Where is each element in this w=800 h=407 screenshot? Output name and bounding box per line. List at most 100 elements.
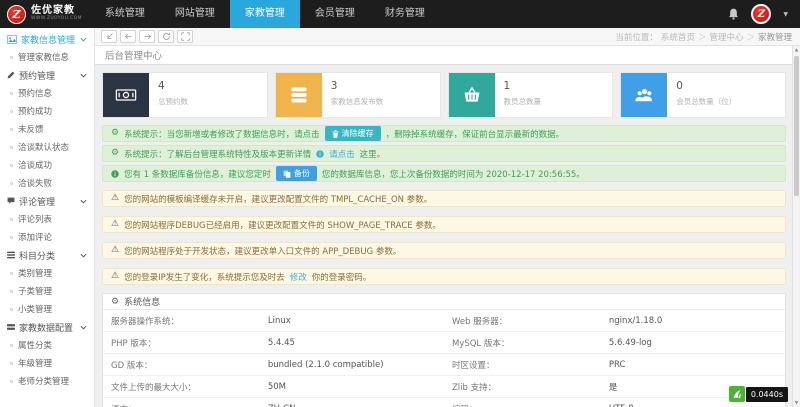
- refresh-icon: [162, 32, 171, 41]
- table-row: 语言： ZH-CN 编码： UTF-8: [103, 398, 785, 407]
- sidebar-item-label: 管理家教信息: [18, 51, 69, 63]
- sidebar-item-grade-management[interactable]: 年级管理: [0, 354, 94, 372]
- comment-icon: [7, 197, 15, 205]
- stat-value: 4: [158, 80, 188, 92]
- brand-logo[interactable]: Z 佐优家教 WWW.ZUOYOU.COM: [0, 0, 90, 28]
- stat-card-members[interactable]: 0 会员总数量（位）: [620, 72, 786, 118]
- user-menu-caret-icon[interactable]: ▼: [783, 11, 788, 18]
- nav-item-finance[interactable]: 财务管理: [370, 0, 440, 28]
- breadcrumb-separator: ＞: [746, 31, 755, 43]
- sidebar-item-negotiate-success[interactable]: 洽谈成功: [0, 156, 94, 174]
- nav-item-system[interactable]: 系统管理: [90, 0, 160, 28]
- sidebar-group-label: 评论管理: [19, 195, 55, 208]
- sidebar-group-label: 预约管理: [19, 69, 55, 82]
- brand-logo-icon: Z: [7, 5, 26, 24]
- stat-value: 1: [504, 80, 542, 92]
- sidebar-item-comment-list[interactable]: 评论列表: [0, 210, 94, 228]
- sidebar-item-attribute-category[interactable]: 属性分类: [0, 336, 94, 354]
- gear-icon: ⚙: [111, 297, 119, 307]
- scroll-up-icon[interactable]: ▲: [793, 46, 800, 54]
- sidebar-item-label: 未反馈: [18, 123, 44, 135]
- server-icon: [276, 73, 322, 117]
- nav-item-tutor[interactable]: 家教管理: [230, 0, 300, 28]
- refresh-button[interactable]: [158, 30, 174, 43]
- system-info-title: 系统信息: [124, 295, 160, 308]
- list-icon: [7, 251, 15, 259]
- alert-text: 您的网站程序处于开发状态，建议更改单入口文件的 APP_DEBUG 参数。: [124, 245, 401, 257]
- bullet-icon: [10, 146, 13, 149]
- chevron-down-icon: [80, 253, 87, 258]
- sidebar-item-no-feedback[interactable]: 未反馈: [0, 120, 94, 138]
- sidebar-item-booking-info[interactable]: 预约信息: [0, 84, 94, 102]
- sidebar-item-label: 洽谈成功: [18, 159, 52, 171]
- bullet-icon: [10, 290, 13, 293]
- navbar-right: Z ▼: [728, 0, 800, 28]
- alert-debug-enabled: ⚠ 您的网站程序DEBUG已经启用，建议更改配置文件的 SHOW_PAGE_TR…: [102, 216, 786, 233]
- sidebar-item-category-management[interactable]: 类别管理: [0, 264, 94, 282]
- sidebar-group-tutor-data-config[interactable]: 家教数据配置: [0, 318, 94, 336]
- image-icon: [7, 35, 17, 44]
- scroll-down-icon[interactable]: ▼: [793, 399, 800, 407]
- sidebar-item-negotiate-fail[interactable]: 洽谈失败: [0, 174, 94, 192]
- sidebar-item-label: 属性分类: [18, 339, 52, 351]
- money-icon: [103, 73, 149, 117]
- content-scrollbar[interactable]: ▲ ▼: [792, 46, 800, 407]
- nav-item-website[interactable]: 网站管理: [160, 0, 230, 28]
- user-avatar[interactable]: Z: [751, 4, 771, 24]
- sidebar-group-tutor-info[interactable]: 家教信息管理: [0, 30, 94, 48]
- sidebar-item-teacher-category-management[interactable]: 老师分类管理: [0, 372, 94, 390]
- bullet-icon: [10, 92, 13, 95]
- alert-clear-cache: ⚙ 系统提示：当您新增或者修改了数据信息时，请点击 清除缓存 ，删除掉系统缓存，…: [102, 125, 786, 142]
- change-password-link[interactable]: 修改: [290, 271, 307, 283]
- stat-value: 0: [676, 80, 736, 92]
- version-details-link[interactable]: 请点击: [329, 148, 355, 160]
- breadcrumb-item-home[interactable]: 系统首页: [661, 31, 695, 43]
- warning-icon: ⚠: [111, 194, 119, 203]
- sidebar-group-subject-category[interactable]: 科目分类: [0, 246, 94, 264]
- scrollbar-thumb[interactable]: [794, 56, 799, 196]
- stat-card-teachers[interactable]: 1 教员总数量: [448, 72, 614, 118]
- forward-button[interactable]: [139, 30, 155, 43]
- info-value: 5.4.45: [260, 332, 444, 354]
- sidebar-item-label: 添加评论: [18, 231, 52, 243]
- chevron-down-icon: [80, 73, 87, 78]
- sidebar-item-booking-success[interactable]: 预约成功: [0, 102, 94, 120]
- sidebar-group-booking[interactable]: 预约管理: [0, 66, 94, 84]
- info-value: 5.6.49-log: [601, 332, 785, 354]
- collapse-button[interactable]: [101, 30, 117, 43]
- tab-bar: 后台管理中心: [95, 46, 800, 65]
- info-value: 50M: [260, 376, 444, 398]
- alert-backup: 您有 1 条数据库备份信息，建议您定时 备份 您的数据库信息，您上次备份数据的时…: [102, 165, 786, 182]
- sidebar-item-add-comment[interactable]: 添加评论: [0, 228, 94, 246]
- bullet-icon: [10, 344, 13, 347]
- clear-cache-button[interactable]: 清除缓存: [325, 126, 381, 141]
- alert-version-info: ⚙ 系统提示：了解后台管理系统特性及版本更新详情 请点击 这里。: [102, 145, 786, 162]
- arrow-right-icon: [143, 32, 152, 41]
- notification-bell-icon[interactable]: [728, 8, 739, 20]
- sidebar-group-comments[interactable]: 评论管理: [0, 192, 94, 210]
- info-circle-icon: [111, 170, 119, 178]
- info-label: 编码：: [444, 398, 601, 407]
- bullet-icon: [10, 110, 13, 113]
- info-value: nginx/1.18.0: [601, 310, 785, 332]
- stat-card-bookings[interactable]: 4 总预约数: [102, 72, 268, 118]
- sidebar-group-label: 家教信息管理: [21, 33, 75, 46]
- alert-text: 系统提示：当您新增或者修改了数据信息时，请点击: [124, 128, 320, 140]
- sidebar-item-subcategory-management[interactable]: 子类管理: [0, 282, 94, 300]
- sidebar-item-label: 洽谈默认状态: [18, 141, 69, 153]
- fullscreen-button[interactable]: [177, 30, 193, 43]
- sidebar: 家教信息管理 管理家教信息 预约管理 预约信息: [0, 28, 95, 407]
- tab-dashboard[interactable]: 后台管理中心: [105, 48, 162, 62]
- info-label: PHP 版本：: [103, 332, 260, 354]
- sidebar-item-label: 老师分类管理: [18, 375, 69, 387]
- stat-label: 总预约数: [158, 96, 188, 107]
- sidebar-item-minor-category-management[interactable]: 小类管理: [0, 300, 94, 318]
- sidebar-item-manage-tutor-info[interactable]: 管理家教信息: [0, 48, 94, 66]
- backup-button[interactable]: 备份: [276, 166, 317, 181]
- back-button[interactable]: [120, 30, 136, 43]
- nav-item-member[interactable]: 会员管理: [300, 0, 370, 28]
- stat-card-tutor-posts[interactable]: 3 家教信息发布数: [275, 72, 441, 118]
- breadcrumb-item-admin-center[interactable]: 管理中心: [709, 31, 743, 43]
- bullet-icon: [10, 308, 13, 311]
- sidebar-item-negotiate-default[interactable]: 洽谈默认状态: [0, 138, 94, 156]
